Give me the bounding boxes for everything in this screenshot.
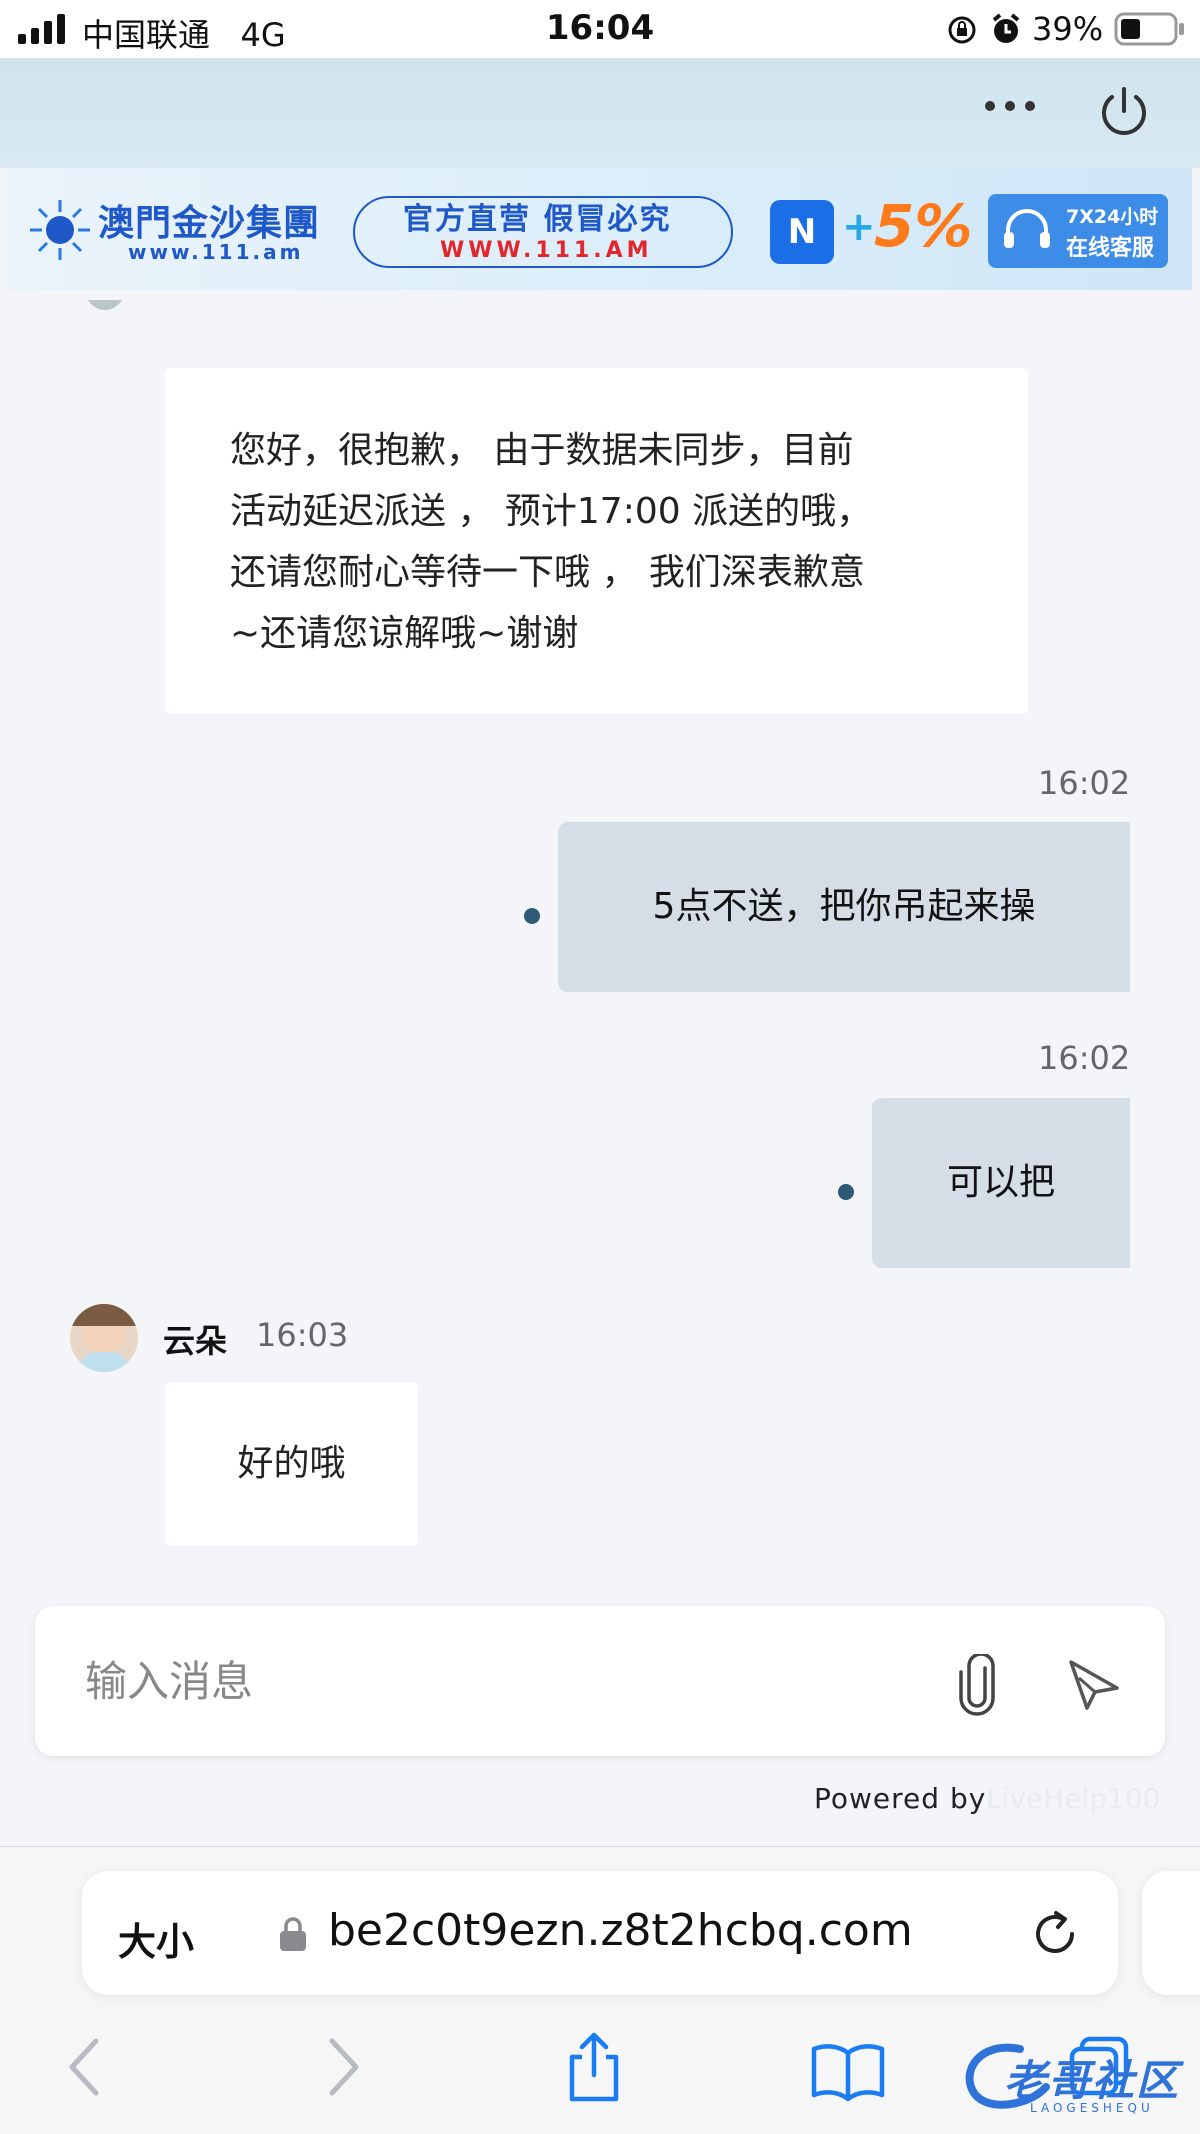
watermark-logo: 老哥社区 LAOGESHEQU bbox=[960, 2033, 1200, 2123]
incoming-message: 好的哦 bbox=[165, 1382, 418, 1546]
nb-badge: N bbox=[770, 200, 834, 264]
message-line: 活动延迟派送 ， 预计17:00 派送的哦， bbox=[230, 491, 873, 532]
agent-avatar-clipped bbox=[72, 300, 134, 360]
service-hours: 7X24小时 bbox=[1066, 206, 1159, 228]
read-status-dot bbox=[838, 1184, 854, 1200]
watermark-text: 老哥社区 bbox=[1004, 2056, 1181, 2105]
forward-icon[interactable] bbox=[324, 2037, 364, 2097]
slogan-text: 官方直营 假冒必究 bbox=[403, 202, 672, 237]
headset-icon bbox=[1004, 209, 1050, 248]
message-time: 16:03 bbox=[256, 1316, 349, 1354]
alarm-icon bbox=[992, 13, 1020, 43]
powered-by-label: Powered by bbox=[814, 1782, 987, 1815]
orientation-lock-icon bbox=[948, 16, 976, 44]
watermark-subtext: LAOGESHEQU bbox=[1030, 2101, 1154, 2115]
service-label: 在线客服 bbox=[1066, 236, 1155, 261]
power-icon[interactable] bbox=[1096, 84, 1152, 140]
more-horizontal-icon[interactable] bbox=[984, 98, 1036, 114]
message-line: ~还请您谅解哦~谢谢 bbox=[230, 613, 579, 654]
battery-icon bbox=[1114, 12, 1184, 46]
powered-by-link[interactable]: LiveHelp100 bbox=[986, 1782, 1160, 1815]
message-line: 您好，很抱歉， 由于数据未同步，目前 bbox=[230, 430, 854, 471]
share-icon[interactable] bbox=[564, 2031, 624, 2103]
brand-url: www.111.am bbox=[128, 240, 304, 264]
message-line: 还请您耐心等待一下哦 ， 我们深表歉意 bbox=[230, 552, 865, 593]
address-bar[interactable]: 大小 be2c0t9ezn.z8t2hcbq.com bbox=[82, 1871, 1118, 1995]
chat-header bbox=[0, 58, 1200, 168]
paperclip-icon[interactable] bbox=[955, 1654, 1003, 1716]
browser-toolbar: 大小 be2c0t9ezn.z8t2hcbq.com 老哥社区 LAOGESHE… bbox=[0, 1846, 1200, 2134]
reload-icon[interactable] bbox=[1028, 1907, 1082, 1961]
read-status-dot bbox=[524, 908, 540, 924]
lock-icon bbox=[280, 1917, 306, 1951]
sender-name: 云朵 bbox=[163, 1322, 228, 1360]
outgoing-message: 5点不送，把你吊起来操 bbox=[558, 822, 1130, 992]
slogan-url: WWW.111.AM bbox=[440, 238, 653, 263]
message-time: 16:02 bbox=[1038, 1039, 1131, 1077]
send-icon[interactable] bbox=[1065, 1656, 1125, 1712]
message-composer bbox=[35, 1606, 1165, 1756]
message-time: 16:02 bbox=[1038, 764, 1131, 802]
battery-percent: 39% bbox=[1032, 10, 1104, 48]
back-icon[interactable] bbox=[64, 2037, 104, 2097]
url-text[interactable]: be2c0t9ezn.z8t2hcbq.com bbox=[328, 1905, 913, 1956]
agent-avatar bbox=[70, 1304, 138, 1372]
incoming-message: 您好，很抱歉， 由于数据未同步，目前 活动延迟派送 ， 预计17:00 派送的哦… bbox=[165, 368, 1028, 714]
ad-banner[interactable]: 澳門金沙集團 www.111.am 官方直营 假冒必究 WWW.111.AM N… bbox=[8, 168, 1192, 290]
brand-name: 澳門金沙集團 bbox=[98, 203, 321, 244]
plus-sign: + bbox=[842, 204, 876, 250]
bookmarks-icon[interactable] bbox=[810, 2041, 886, 2101]
sun-logo-icon bbox=[30, 200, 90, 260]
text-size-button[interactable]: 大小 bbox=[118, 1911, 194, 1966]
message-input[interactable] bbox=[85, 1646, 905, 1716]
customer-service-button[interactable]: 7X24小时 在线客服 bbox=[988, 194, 1168, 268]
next-tab-peek[interactable] bbox=[1142, 1871, 1200, 1995]
outgoing-message: 可以把 bbox=[872, 1098, 1130, 1268]
status-bar: 中国联通 4G 16:04 39% bbox=[0, 0, 1200, 58]
bonus-percent: 5% bbox=[874, 192, 973, 260]
